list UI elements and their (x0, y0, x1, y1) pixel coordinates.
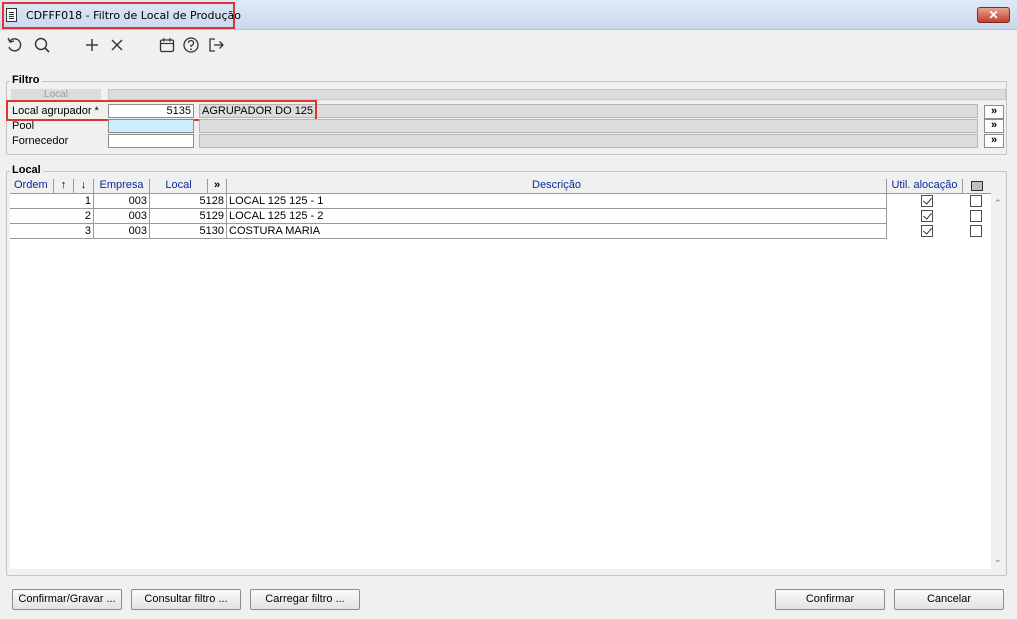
pool-input[interactable] (108, 119, 194, 133)
fornecedor-label: Fornecedor (12, 135, 69, 147)
cell-local[interactable]: 5128 (150, 194, 227, 209)
cell-descricao[interactable]: LOCAL 125 125 - 2 (227, 209, 887, 224)
fornecedor-more-button[interactable]: » (984, 134, 1004, 148)
toolbar (0, 31, 1017, 59)
select-all-checkbox[interactable] (971, 181, 983, 191)
local-agrupador-more-button[interactable]: » (984, 105, 1004, 119)
column-sort-up[interactable]: ↑ (54, 179, 74, 194)
column-local[interactable]: Local (150, 179, 208, 194)
util-alocacao-checkbox[interactable] (921, 210, 933, 222)
scroll-up-icon[interactable]: ⌃ (994, 198, 1002, 209)
exit-icon[interactable] (207, 36, 227, 54)
table-row[interactable]: 1 003 5128 LOCAL 125 125 - 1 (10, 194, 887, 209)
cell-ordem[interactable]: 3 (10, 224, 94, 239)
column-ordem[interactable]: Ordem (10, 179, 54, 194)
carregar-filtro-button[interactable]: Carregar filtro ... (250, 589, 360, 610)
row-select-checkbox[interactable] (970, 225, 982, 237)
window-title: CDFFF018 - Filtro de Local de Produção (26, 9, 241, 22)
delete-icon[interactable] (108, 36, 128, 54)
row-select-checkbox[interactable] (970, 195, 982, 207)
cell-empresa[interactable]: 003 (94, 194, 150, 209)
filtro-legend: Filtro (10, 74, 42, 86)
cell-empresa[interactable]: 003 (94, 224, 150, 239)
help-icon[interactable] (182, 36, 202, 54)
util-alocacao-checkbox[interactable] (921, 225, 933, 237)
table-row[interactable]: 3 003 5130 COSTURA MARIA (10, 224, 887, 239)
refresh-icon[interactable] (6, 36, 26, 54)
cancelar-button[interactable]: Cancelar (894, 589, 1004, 610)
local-grid: Ordem ↑ ↓ Empresa Local » Descrição Util… (10, 179, 991, 569)
pool-label: Pool (12, 120, 35, 132)
scroll-down-icon[interactable]: ⌄ (994, 554, 1002, 565)
cell-ordem[interactable]: 2 (10, 209, 94, 224)
column-empresa[interactable]: Empresa (94, 179, 150, 194)
cell-descricao[interactable]: COSTURA MARIA (227, 224, 887, 239)
local-legend: Local (10, 164, 43, 176)
close-button[interactable]: ✕ (977, 7, 1010, 23)
vertical-scrollbar[interactable]: ⌃ ⌄ (991, 194, 1006, 569)
document-icon (6, 8, 17, 22)
cell-ordem[interactable]: 1 (10, 194, 94, 209)
util-alocacao-checkbox[interactable] (921, 195, 933, 207)
add-icon[interactable] (83, 36, 103, 54)
local-agrupador-highlight (6, 100, 317, 121)
cell-local[interactable]: 5130 (150, 224, 227, 239)
column-sort-down[interactable]: ↓ (74, 179, 94, 194)
column-descricao[interactable]: Descrição (227, 179, 887, 194)
column-more[interactable]: » (208, 179, 227, 194)
consultar-filtro-button[interactable]: Consultar filtro ... (131, 589, 241, 610)
cell-descricao[interactable]: LOCAL 125 125 - 1 (227, 194, 887, 209)
confirmar-gravar-button[interactable]: Confirmar/Gravar ... (12, 589, 122, 610)
cell-local[interactable]: 5129 (150, 209, 227, 224)
local-bar (108, 89, 1006, 100)
cell-empresa[interactable]: 003 (94, 209, 150, 224)
local-tab-button[interactable]: Local (11, 89, 101, 100)
fornecedor-input[interactable] (108, 134, 194, 148)
search-icon[interactable] (33, 36, 53, 54)
pool-more-button[interactable]: » (984, 119, 1004, 133)
confirmar-button[interactable]: Confirmar (775, 589, 885, 610)
row-select-checkbox[interactable] (970, 210, 982, 222)
column-util-alocacao[interactable]: Util. alocação (887, 179, 963, 194)
column-select-all[interactable] (963, 179, 991, 194)
title-bar: CDFFF018 - Filtro de Local de Produção ✕ (0, 0, 1017, 30)
calendar-icon[interactable] (158, 36, 178, 54)
table-row[interactable]: 2 003 5129 LOCAL 125 125 - 2 (10, 209, 887, 224)
fornecedor-description (199, 134, 978, 148)
pool-description (199, 119, 978, 133)
